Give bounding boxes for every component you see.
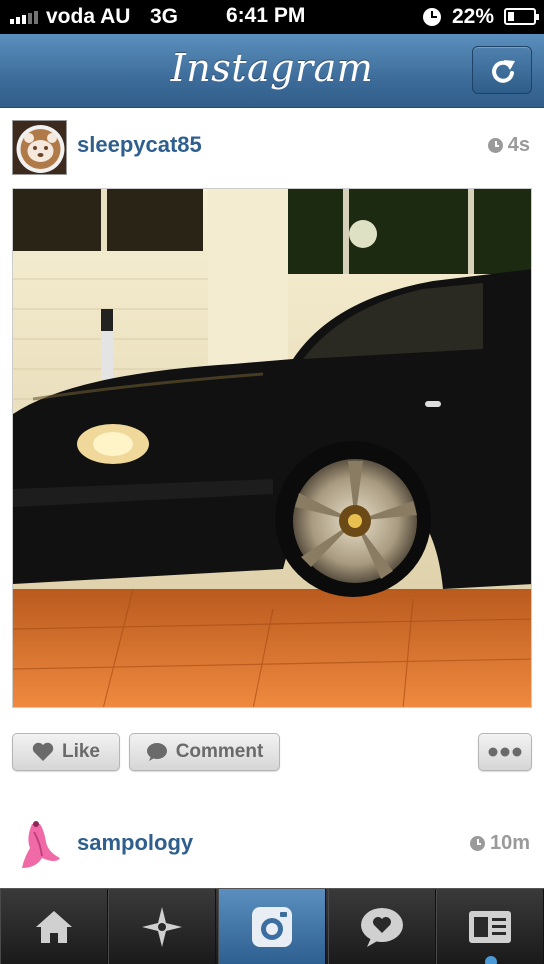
tab-camera[interactable] bbox=[218, 889, 326, 964]
avatar[interactable] bbox=[12, 120, 67, 175]
rotation-lock-icon bbox=[423, 8, 441, 26]
post-header: sleepycat85 4s bbox=[0, 108, 544, 182]
tab-profile[interactable] bbox=[436, 889, 544, 964]
post-time-ago: 10m bbox=[489, 832, 530, 854]
news-heart-bubble-icon bbox=[361, 908, 403, 947]
battery-icon bbox=[504, 8, 539, 25]
black-hatchback-car-night-photo bbox=[13, 189, 531, 707]
signal-strength-icon bbox=[10, 10, 38, 24]
comment-label: Comment bbox=[175, 741, 264, 762]
app-header: Instagram bbox=[0, 34, 544, 108]
notification-dot bbox=[485, 956, 497, 964]
network-type: 3G bbox=[150, 5, 179, 28]
tab-home[interactable] bbox=[0, 889, 108, 964]
clock-icon bbox=[469, 836, 485, 851]
post-timestamp: 10m bbox=[469, 832, 530, 855]
home-icon bbox=[36, 911, 72, 943]
ellipsis-icon bbox=[488, 747, 522, 757]
refresh-button[interactable] bbox=[472, 46, 532, 94]
post-header: sampology 10m bbox=[0, 806, 544, 880]
tab-explore[interactable] bbox=[108, 889, 216, 964]
refresh-icon bbox=[492, 60, 515, 83]
tab-news[interactable] bbox=[328, 889, 436, 964]
app-title: Instagram bbox=[170, 46, 374, 90]
comment-button[interactable]: Comment bbox=[129, 733, 280, 771]
explore-star-icon bbox=[142, 907, 182, 947]
carrier-name: voda AU bbox=[46, 5, 131, 28]
avatar[interactable] bbox=[12, 818, 67, 873]
more-options-button[interactable] bbox=[478, 733, 532, 771]
clock-icon bbox=[487, 138, 503, 153]
status-bar: voda AU 3G 6:41 PM 22% bbox=[0, 0, 544, 34]
like-label: Like bbox=[61, 741, 101, 762]
latte-art-bear-avatar bbox=[13, 121, 66, 174]
post-timestamp: 4s bbox=[487, 134, 530, 157]
comment-bubble-icon bbox=[146, 743, 167, 761]
pink-banana-avatar bbox=[12, 818, 67, 873]
battery-percent: 22% bbox=[452, 5, 495, 28]
post-photo[interactable] bbox=[12, 188, 532, 708]
post-time-ago: 4s bbox=[507, 134, 530, 156]
clock: 6:41 PM bbox=[226, 4, 306, 27]
heart-icon bbox=[32, 742, 54, 761]
camera-icon bbox=[252, 907, 292, 947]
post-username[interactable]: sleepycat85 bbox=[77, 132, 202, 158]
profile-card-icon bbox=[469, 911, 511, 943]
post-username[interactable]: sampology bbox=[77, 830, 193, 856]
like-button[interactable]: Like bbox=[12, 733, 120, 771]
tab-bar bbox=[0, 888, 544, 964]
